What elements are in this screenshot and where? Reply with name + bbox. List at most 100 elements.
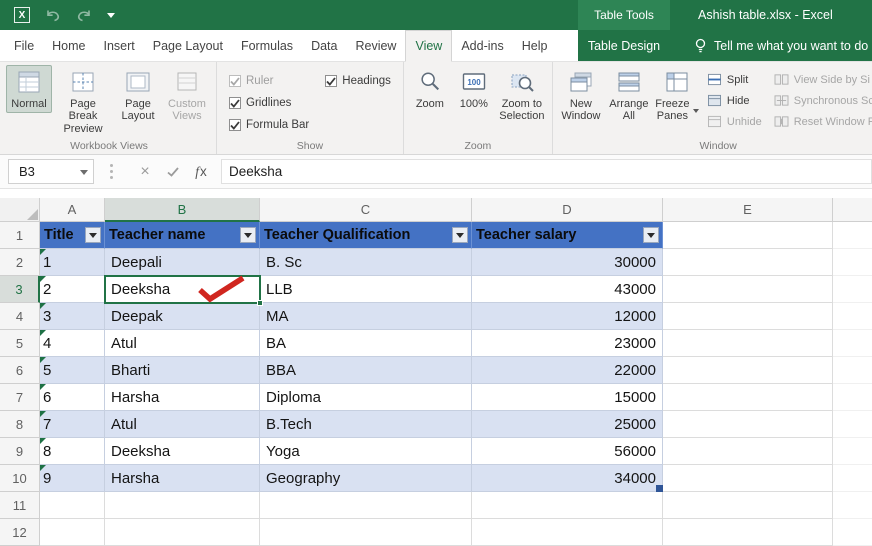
cell-C11[interactable] (260, 492, 472, 519)
cell-C3[interactable]: LLB (260, 276, 472, 303)
cell-A3[interactable]: 2 (40, 276, 105, 303)
normal-view-button[interactable]: Normal (6, 65, 52, 113)
column-header-d[interactable]: D (472, 198, 663, 222)
cell-E12[interactable] (663, 519, 833, 546)
new-window-button[interactable]: New Window (557, 65, 605, 126)
gridlines-checkbox[interactable]: Gridlines (229, 94, 309, 112)
row-header-3[interactable]: 3 (0, 276, 40, 303)
zoom-100-button[interactable]: 100 100% (452, 65, 496, 113)
cell-E9[interactable] (663, 438, 833, 465)
cell-C2[interactable]: B. Sc (260, 249, 472, 276)
unhide-button[interactable]: Unhide (707, 113, 762, 130)
headings-checkbox[interactable]: Headings (325, 72, 391, 90)
cell-D10[interactable]: 34000 (472, 465, 663, 492)
row-header-12[interactable]: 12 (0, 519, 40, 546)
cancel-icon[interactable]: × (131, 163, 159, 181)
tab-home[interactable]: Home (43, 30, 94, 61)
formula-bar-checkbox[interactable]: Formula Bar (229, 116, 309, 134)
cell-D1[interactable]: Teacher salary (472, 222, 663, 249)
column-header-e[interactable]: E (663, 198, 833, 222)
cell-E10[interactable] (663, 465, 833, 492)
tab-page-layout[interactable]: Page Layout (144, 30, 232, 61)
tab-view[interactable]: View (405, 30, 452, 62)
cell-E8[interactable] (663, 411, 833, 438)
cell-D11[interactable] (472, 492, 663, 519)
name-box[interactable]: B3 (8, 159, 94, 184)
cell-D5[interactable]: 23000 (472, 330, 663, 357)
cell-B4[interactable]: Deepak (105, 303, 260, 330)
cell-C1[interactable]: Teacher Qualification (260, 222, 472, 249)
row-header-1[interactable]: 1 (0, 222, 40, 249)
cell-D7[interactable]: 15000 (472, 384, 663, 411)
cell-D4[interactable]: 12000 (472, 303, 663, 330)
freeze-panes-button[interactable]: Freeze Panes (653, 65, 701, 126)
row-header-10[interactable]: 10 (0, 465, 40, 492)
cell-C10[interactable]: Geography (260, 465, 472, 492)
tab-review[interactable]: Review (346, 30, 405, 61)
row-header-6[interactable]: 6 (0, 357, 40, 384)
cell-A12[interactable] (40, 519, 105, 546)
row-header-4[interactable]: 4 (0, 303, 40, 330)
customize-qat-icon[interactable] (107, 8, 115, 22)
redo-icon[interactable] (76, 8, 92, 22)
enter-check-icon[interactable] (159, 167, 187, 177)
red-checkmark-annotation[interactable] (193, 274, 249, 304)
cell-C7[interactable]: Diploma (260, 384, 472, 411)
row-header-9[interactable]: 9 (0, 438, 40, 465)
row-header-8[interactable]: 8 (0, 411, 40, 438)
cell-B2[interactable]: Deepali (105, 249, 260, 276)
cell-E2[interactable] (663, 249, 833, 276)
cell-E3[interactable] (663, 276, 833, 303)
cell-C12[interactable] (260, 519, 472, 546)
cell-E6[interactable] (663, 357, 833, 384)
cell-C8[interactable]: B.Tech (260, 411, 472, 438)
table-resize-handle[interactable] (656, 485, 663, 492)
page-layout-view-button[interactable]: Page Layout (114, 65, 162, 126)
synchronous-scrolling-button[interactable]: Synchronous Scr (774, 92, 872, 109)
column-header-b[interactable]: B (105, 198, 260, 222)
select-all-corner[interactable] (0, 198, 40, 222)
cell-D6[interactable]: 22000 (472, 357, 663, 384)
cell-B10[interactable]: Harsha (105, 465, 260, 492)
cell-A8[interactable]: 7 (40, 411, 105, 438)
cell-A7[interactable]: 6 (40, 384, 105, 411)
cell-A10[interactable]: 9 (40, 465, 105, 492)
tab-add-ins[interactable]: Add-ins (452, 30, 512, 61)
cell-B7[interactable]: Harsha (105, 384, 260, 411)
reset-window-position-button[interactable]: Reset Window P (774, 113, 872, 130)
row-header-2[interactable]: 2 (0, 249, 40, 276)
cell-B6[interactable]: Bharti (105, 357, 260, 384)
cell-E1[interactable] (663, 222, 833, 249)
custom-views-button[interactable]: Custom Views (162, 65, 212, 126)
tab-insert[interactable]: Insert (95, 30, 144, 61)
cell-D8[interactable]: 25000 (472, 411, 663, 438)
cell-B1[interactable]: Teacher name (105, 222, 260, 249)
hide-button[interactable]: Hide (707, 92, 762, 109)
fill-handle[interactable] (257, 300, 263, 306)
cell-A4[interactable]: 3 (40, 303, 105, 330)
cell-B11[interactable] (105, 492, 260, 519)
cell-D12[interactable] (472, 519, 663, 546)
filter-button[interactable] (240, 227, 256, 243)
tab-data[interactable]: Data (302, 30, 346, 61)
cell-B12[interactable] (105, 519, 260, 546)
cell-A9[interactable]: 8 (40, 438, 105, 465)
cell-C6[interactable]: BBA (260, 357, 472, 384)
zoom-to-selection-button[interactable]: Zoom to Selection (496, 65, 548, 126)
cell-B8[interactable]: Atul (105, 411, 260, 438)
filter-button[interactable] (452, 227, 468, 243)
name-box-dropdown-icon[interactable] (80, 170, 88, 179)
tab-formulas[interactable]: Formulas (232, 30, 302, 61)
row-header-5[interactable]: 5 (0, 330, 40, 357)
tab-file[interactable]: File (5, 30, 43, 61)
cell-D2[interactable]: 30000 (472, 249, 663, 276)
filter-button[interactable] (85, 227, 101, 243)
arrange-all-button[interactable]: Arrange All (605, 65, 653, 126)
row-header-7[interactable]: 7 (0, 384, 40, 411)
view-side-by-side-button[interactable]: View Side by Si (774, 71, 872, 88)
cell-A2[interactable]: 1 (40, 249, 105, 276)
ruler-checkbox[interactable]: Ruler (229, 72, 309, 90)
zoom-button[interactable]: Zoom (408, 65, 452, 113)
undo-icon[interactable] (45, 8, 61, 22)
cell-A6[interactable]: 5 (40, 357, 105, 384)
